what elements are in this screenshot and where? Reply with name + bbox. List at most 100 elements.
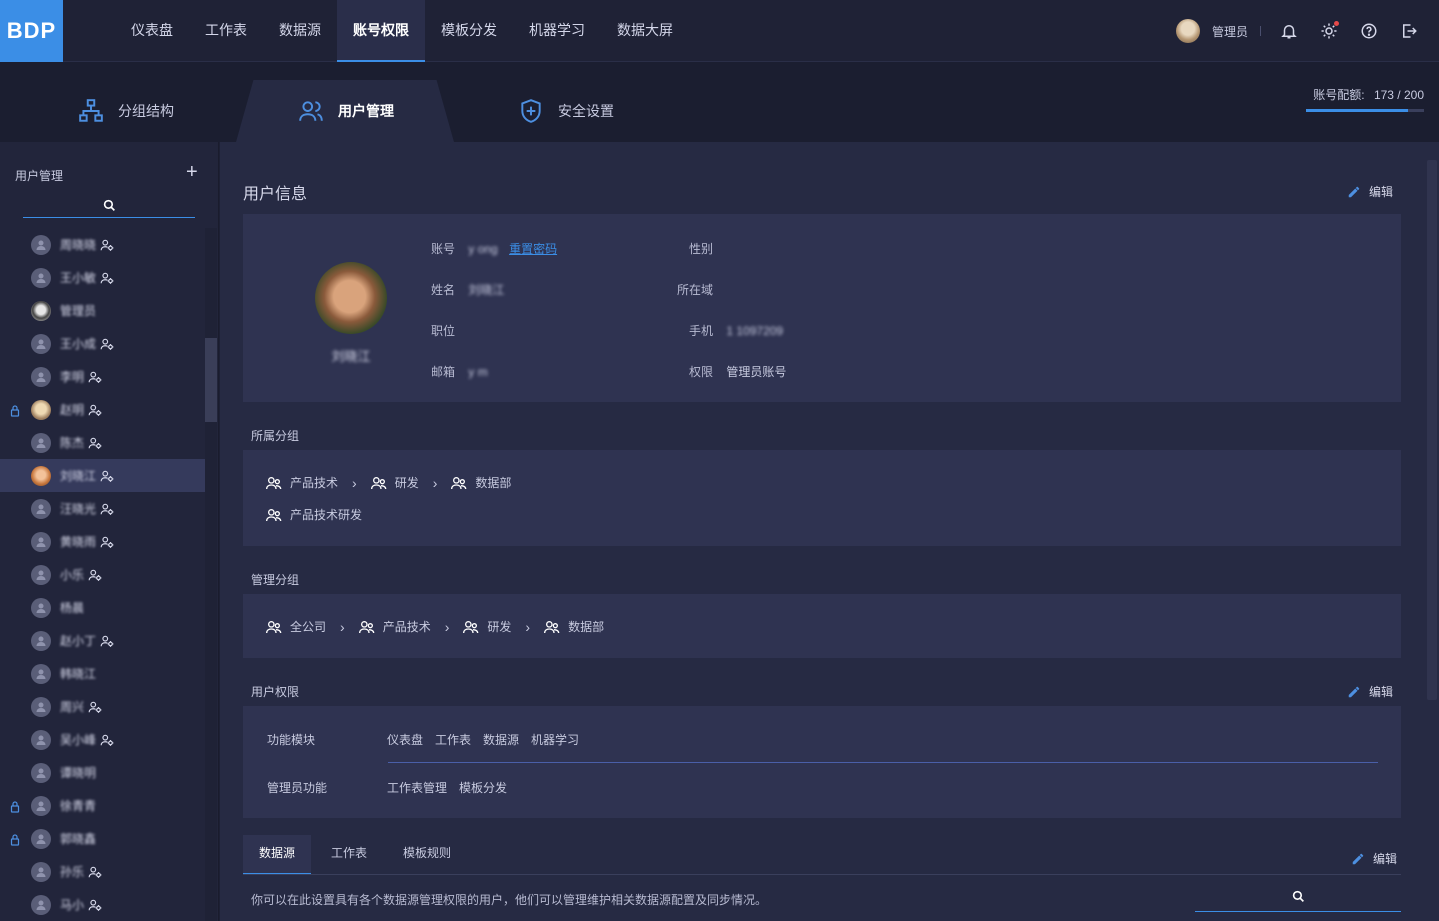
user-name-label: 刘晓江 (60, 469, 97, 483)
user-list-item[interactable]: 刘晓江 (0, 459, 205, 492)
permission-field: 权限 管理员账号 (689, 363, 786, 380)
group-breadcrumb[interactable]: 数据部 (544, 618, 604, 635)
account-value: y ong (468, 242, 498, 256)
datasource-search-input[interactable] (1195, 890, 1401, 912)
group-breadcrumb[interactable]: 产品技术 (358, 618, 431, 635)
account-field: 账号 y ong 重置密码 (431, 240, 557, 257)
user-list-item[interactable]: 杨晨 (0, 591, 205, 624)
nav-item-datasource[interactable]: 数据源 (263, 0, 337, 62)
edit-resource-button[interactable]: 编辑 (1351, 850, 1397, 867)
group-breadcrumb[interactable]: 研发 (370, 474, 419, 491)
avatar (31, 663, 51, 684)
bell-icon[interactable] (1279, 21, 1299, 41)
chevron-right-icon: › (525, 618, 531, 635)
nav-item-account-permissions[interactable]: 账号权限 (337, 0, 425, 62)
nav-item-data-screen[interactable]: 数据大屏 (601, 0, 689, 62)
tab-worksheet[interactable]: 工作表 (315, 835, 383, 875)
user-name-label: 王小成 (60, 337, 97, 351)
resource-tabs: 数据源 工作表 模板规则 (243, 835, 471, 875)
user-name-label: 周兴 (60, 700, 85, 714)
user-list-item[interactable]: 周兴 (0, 690, 205, 723)
group-label: 研发 (394, 476, 419, 490)
nav-item-dashboard[interactable]: 仪表盘 (115, 0, 189, 62)
tab-group-structure[interactable]: 分组结构 (78, 80, 174, 142)
user-list-item[interactable]: 马小 (0, 888, 205, 921)
avatar (31, 696, 51, 717)
user-role-icon (100, 469, 114, 483)
group-breadcrumb[interactable]: 产品技术 (266, 474, 338, 491)
logout-icon[interactable] (1399, 21, 1419, 41)
user-list-item[interactable]: 小乐 (0, 558, 205, 591)
permission-item: 工作表管理 (387, 781, 448, 795)
user-name[interactable]: 管理员 (1212, 23, 1248, 40)
user-list-item[interactable]: 谭晓明 (0, 756, 205, 789)
user-list-item[interactable]: 赵小丁 (0, 624, 205, 657)
sidebar-scrollbar-thumb[interactable] (205, 338, 217, 422)
nav-item-worksheet[interactable]: 工作表 (189, 0, 263, 62)
main-scrollbar[interactable] (1427, 160, 1437, 700)
user-list-item[interactable]: 徐青青 (0, 789, 205, 822)
group-breadcrumb[interactable]: 数据部 (451, 474, 511, 491)
user-list-item[interactable]: 吴小峰 (0, 723, 205, 756)
user-name-label: 马小 (60, 898, 85, 912)
user-avatar[interactable] (1175, 19, 1200, 43)
tab-datasource[interactable]: 数据源 (243, 835, 312, 875)
nav-item-machine-learning[interactable]: 机器学习 (513, 0, 601, 62)
user-role-icon (100, 238, 114, 252)
user-list-item[interactable]: 周晓晓 (0, 228, 205, 261)
nav-item-template-distribution[interactable]: 模板分发 (425, 0, 513, 62)
user-name-label: 赵小丁 (60, 634, 97, 648)
chevron-right-icon: › (352, 474, 357, 491)
group-icon (544, 620, 560, 633)
group-breadcrumb[interactable]: 全公司 (266, 618, 326, 635)
tab-label: 用户管理 (338, 103, 394, 119)
user-list-item[interactable]: 管理员 (0, 294, 205, 327)
user-list-item[interactable]: 李明 (0, 360, 205, 393)
group-icon (451, 476, 467, 489)
divider (388, 762, 1378, 763)
user-list-item[interactable]: 郭晓鑫 (0, 822, 205, 855)
app-logo[interactable]: BDP (0, 0, 63, 62)
admin-functions-label: 管理员功能 (267, 781, 328, 795)
search-icon (1292, 890, 1304, 902)
permission-item: 数据源 (483, 733, 520, 747)
user-search-input[interactable] (23, 194, 195, 218)
user-name-label: 汪晓光 (60, 502, 97, 516)
group-breadcrumb[interactable]: 研发 (463, 618, 511, 635)
help-icon[interactable] (1359, 21, 1379, 41)
user-role-icon (88, 370, 102, 384)
sidebar-scrollbar[interactable] (205, 228, 217, 921)
group-breadcrumb[interactable]: 产品技术研发 (266, 506, 362, 523)
user-name-label: 孙乐 (60, 865, 85, 879)
group-icon (463, 620, 479, 633)
permission-item: 仪表盘 (387, 733, 424, 747)
user-list-item[interactable]: 汪晓光 (0, 492, 205, 525)
edit-permissions-button[interactable]: 编辑 (1347, 683, 1393, 700)
edit-user-info-button[interactable]: 编辑 (1347, 183, 1393, 200)
tab-user-management[interactable]: 用户管理 (298, 80, 394, 142)
datasource-description: 你可以在此设置具有各个数据源管理权限的用户，他们可以管理维护相关数据源配置及同步… (251, 893, 768, 907)
user-list-item[interactable]: 陈杰 (0, 426, 205, 459)
permission-item: 机器学习 (531, 733, 580, 747)
avatar (31, 333, 51, 354)
user-list-item[interactable]: 黄晓雨 (0, 525, 205, 558)
avatar (31, 234, 51, 255)
phone-field: 手机 1 1097209 (689, 322, 783, 339)
group-label: 产品技术 (382, 620, 431, 634)
reset-password-link[interactable]: 重置密码 (509, 242, 557, 256)
user-list-item[interactable]: 王小敏 (0, 261, 205, 294)
user-role-icon (100, 634, 114, 648)
user-list-item[interactable]: 孙乐 (0, 855, 205, 888)
tab-security-settings[interactable]: 安全设置 (518, 80, 614, 142)
quota-value: 173 / 200 (1373, 88, 1424, 102)
user-list-item[interactable]: 王小成 (0, 327, 205, 360)
users-icon (299, 101, 323, 121)
tab-template-rules[interactable]: 模板规则 (387, 835, 467, 875)
user-profile-avatar[interactable] (315, 262, 387, 334)
user-list-item[interactable]: 赵明 (0, 393, 205, 426)
user-name-label: 徐青青 (60, 799, 97, 813)
user-list-item[interactable]: 韩晓江 (0, 657, 205, 690)
settings-icon[interactable] (1319, 21, 1339, 41)
add-user-button[interactable]: + (186, 162, 198, 182)
phone-value: 1 1097209 (726, 324, 784, 338)
